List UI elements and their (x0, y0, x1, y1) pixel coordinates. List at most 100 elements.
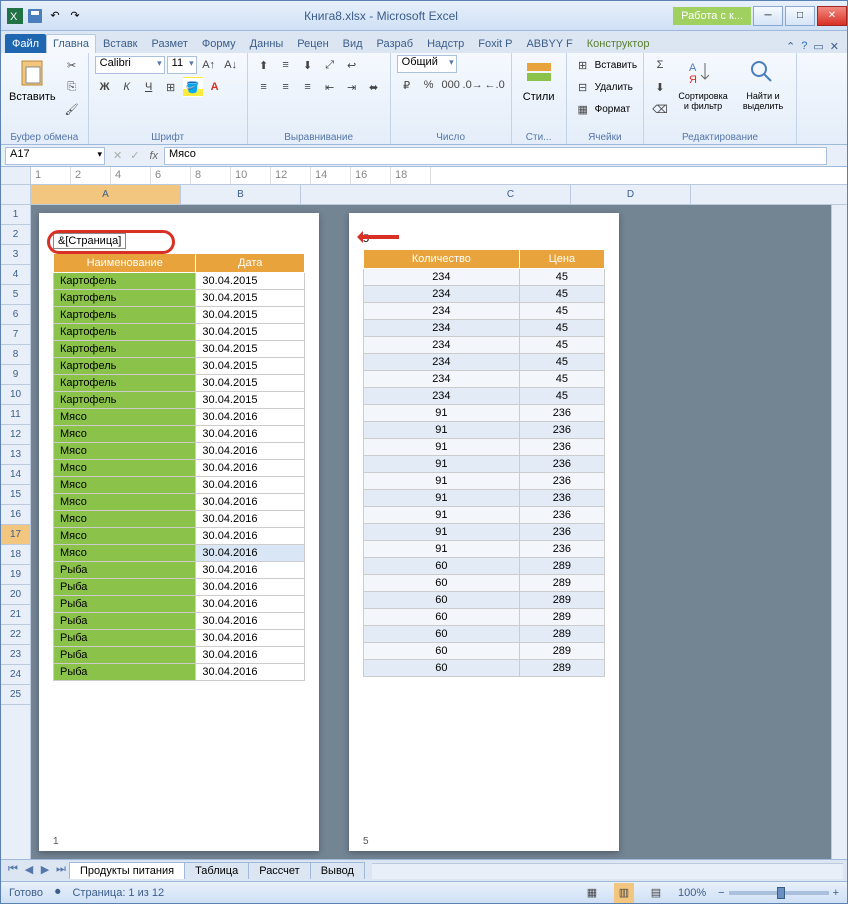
col-header-a[interactable]: A (31, 185, 181, 204)
table-row[interactable]: Мясо30.04.2016 (54, 460, 305, 477)
select-all-corner[interactable] (1, 167, 30, 185)
align-left-icon[interactable]: ≡ (254, 77, 274, 97)
row-header[interactable]: 22 (1, 625, 30, 645)
table-row[interactable]: Рыба30.04.2016 (54, 596, 305, 613)
sort-filter-button[interactable]: AЯ Сортировка и фильтр (674, 55, 732, 113)
table-row[interactable]: 91236 (364, 439, 605, 456)
fx-icon[interactable]: fx (143, 150, 164, 162)
comma-icon[interactable]: 000 (441, 75, 461, 95)
sheet-tab-1[interactable]: Таблица (184, 862, 249, 879)
normal-view-icon[interactable]: ▦ (582, 883, 602, 903)
underline-icon[interactable]: Ч (139, 77, 159, 97)
col-header-b[interactable]: B (181, 185, 301, 204)
italic-icon[interactable]: К (117, 77, 137, 97)
table-row[interactable]: 23445 (364, 320, 605, 337)
sheet-tab-0[interactable]: Продукты питания (69, 862, 185, 879)
table-row[interactable]: 60289 (364, 643, 605, 660)
table-row[interactable]: Картофель30.04.2015 (54, 307, 305, 324)
close-workbook-icon[interactable]: ✕ (830, 40, 839, 53)
paste-button[interactable]: Вставить (7, 55, 58, 105)
minimize-ribbon-icon[interactable]: ⌃ (786, 40, 795, 53)
table-row[interactable]: Мясо30.04.2016 (54, 494, 305, 511)
page-layout-view-icon[interactable]: ▥ (614, 883, 634, 903)
increase-decimal-icon[interactable]: .0→ (463, 75, 483, 95)
table-row[interactable]: Мясо30.04.2016 (54, 426, 305, 443)
fill-color-icon[interactable]: 🪣 (183, 77, 203, 97)
tab-foxit[interactable]: Foxit P (471, 34, 519, 53)
row-header[interactable]: 14 (1, 465, 30, 485)
first-sheet-icon[interactable]: ⏮ (5, 863, 21, 879)
tab-data[interactable]: Данны (243, 34, 291, 53)
number-format-combo[interactable]: Общий (397, 55, 457, 73)
font-name-combo[interactable]: Calibri (95, 56, 165, 74)
row-header[interactable]: 3 (1, 245, 30, 265)
zoom-out-icon[interactable]: − (718, 887, 724, 899)
styles-button[interactable]: Стили (518, 55, 560, 105)
decrease-decimal-icon[interactable]: ←.0 (485, 75, 505, 95)
table-row[interactable]: 23445 (364, 269, 605, 286)
last-sheet-icon[interactable]: ⏭ (53, 863, 69, 879)
align-middle-icon[interactable]: ≡ (276, 55, 296, 75)
table-row[interactable]: 23445 (364, 337, 605, 354)
table-row[interactable]: 60289 (364, 575, 605, 592)
tab-constructor[interactable]: Конструктор (580, 34, 657, 53)
table-row[interactable]: Рыба30.04.2016 (54, 630, 305, 647)
tab-layout[interactable]: Размет (145, 34, 195, 53)
page-break-view-icon[interactable]: ▤ (646, 883, 666, 903)
row-header[interactable]: 8 (1, 345, 30, 365)
zoom-in-icon[interactable]: + (833, 887, 839, 899)
row-header[interactable]: 19 (1, 565, 30, 585)
increase-indent-icon[interactable]: ⇥ (342, 77, 362, 97)
copy-icon[interactable]: ⎘ (62, 77, 82, 97)
row-header[interactable]: 24 (1, 665, 30, 685)
close-button[interactable]: ✕ (817, 6, 847, 26)
name-box[interactable]: A17 (5, 147, 105, 165)
save-icon[interactable] (27, 8, 43, 24)
row-header[interactable]: 17 (1, 525, 30, 545)
insert-cells-icon[interactable]: ⊞ (573, 55, 593, 75)
row-header[interactable]: 18 (1, 545, 30, 565)
sheet-tab-3[interactable]: Вывод (310, 862, 365, 879)
table-row[interactable]: 60289 (364, 558, 605, 575)
row-header[interactable]: 15 (1, 485, 30, 505)
tab-addins[interactable]: Надстр (420, 34, 471, 53)
row-header[interactable]: 23 (1, 645, 30, 665)
table-row[interactable]: Мясо30.04.2016 (54, 528, 305, 545)
page-header-field[interactable]: &[Страница] (53, 233, 126, 249)
horizontal-scrollbar[interactable] (372, 863, 843, 879)
table-row[interactable]: Мясо30.04.2016 (54, 409, 305, 426)
table-row[interactable]: Мясо30.04.2016 (54, 511, 305, 528)
table-row[interactable]: Рыба30.04.2016 (54, 647, 305, 664)
worksheet-grid[interactable]: 124681012141618 A B C D &[Страница] Наим… (31, 167, 847, 859)
row-header[interactable]: 1 (1, 205, 30, 225)
table-row[interactable]: 23445 (364, 371, 605, 388)
merge-icon[interactable]: ⬌ (364, 77, 384, 97)
table-row[interactable]: 60289 (364, 592, 605, 609)
prev-sheet-icon[interactable]: ◀ (21, 863, 37, 879)
table-row[interactable]: Мясо30.04.2016 (54, 545, 305, 562)
redo-icon[interactable]: ↷ (67, 8, 83, 24)
col-header-d[interactable]: D (571, 185, 691, 204)
table-row[interactable]: 23445 (364, 286, 605, 303)
table-row[interactable]: Картофель30.04.2015 (54, 290, 305, 307)
decrease-font-icon[interactable]: A↓ (221, 55, 241, 75)
table-row[interactable]: 23445 (364, 388, 605, 405)
table-row[interactable]: 60289 (364, 660, 605, 677)
table-row[interactable]: 91236 (364, 422, 605, 439)
find-select-button[interactable]: Найти и выделить (736, 55, 790, 113)
orientation-icon[interactable]: ⤢ (320, 55, 340, 75)
table-row[interactable]: Мясо30.04.2016 (54, 477, 305, 494)
tab-dev[interactable]: Разраб (370, 34, 421, 53)
table-row[interactable]: 91236 (364, 541, 605, 558)
table-row[interactable]: Рыба30.04.2016 (54, 613, 305, 630)
window-restore-icon[interactable]: ▭ (813, 40, 823, 53)
tab-file[interactable]: Файл (5, 34, 46, 53)
tab-abbyy[interactable]: ABBYY F (519, 34, 579, 53)
row-header[interactable]: 10 (1, 385, 30, 405)
currency-icon[interactable]: ₽ (397, 75, 417, 95)
clear-icon[interactable]: ⌫ (650, 99, 670, 119)
row-header[interactable]: 13 (1, 445, 30, 465)
row-header[interactable]: 7 (1, 325, 30, 345)
percent-icon[interactable]: % (419, 75, 439, 95)
wrap-text-icon[interactable]: ↩ (342, 55, 362, 75)
